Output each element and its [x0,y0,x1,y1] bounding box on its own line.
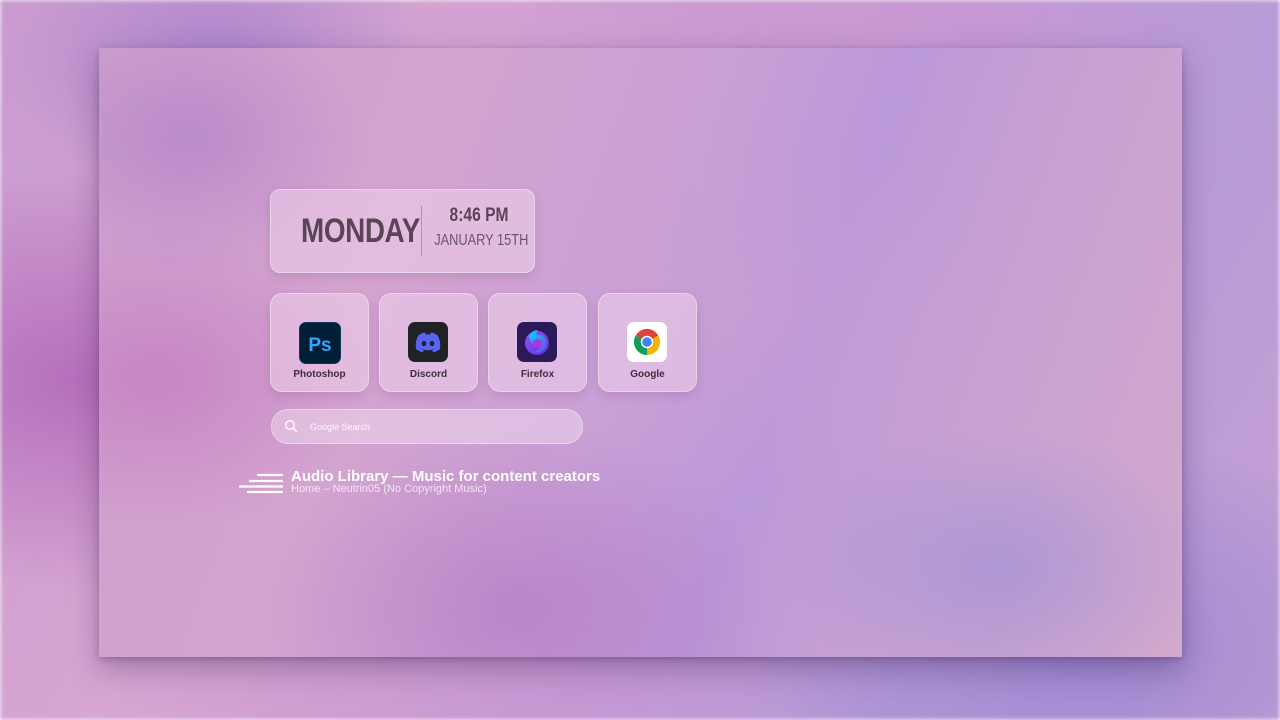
clock-divider [421,206,422,256]
audio-credit: Audio Library — Music for content creato… [238,468,658,498]
new-tab-window: MONDAY 8:46 PM JANUARY 15TH Ps Photoshop… [99,48,1182,657]
photoshop-icon: Ps [299,322,341,364]
shortcut-label: Photoshop [293,369,346,380]
shortcut-discord[interactable]: Discord [379,293,478,392]
clock-date: JANUARY 15TH [434,232,529,249]
speed-lines-icon [238,473,284,494]
chrome-icon [627,322,667,362]
discord-icon [408,322,448,362]
shortcut-label: Firefox [520,369,555,380]
credit-subtitle: Home – Neutrin05 (No Copyright Music) [291,483,487,495]
firefox-icon [517,322,557,362]
clock-time: 8:46 PM [449,205,509,226]
shortcut-firefox[interactable]: Firefox [488,293,587,392]
search-icon [285,420,298,433]
clock-widget: MONDAY 8:46 PM JANUARY 15TH [270,189,535,273]
search-bar[interactable] [271,409,583,444]
shortcut-google[interactable]: Google [598,293,697,392]
svg-text:Ps: Ps [308,335,331,356]
clock-day: MONDAY [301,212,420,250]
shortcut-photoshop[interactable]: Ps Photoshop [270,293,369,392]
search-input[interactable] [308,418,562,436]
shortcut-label: Discord [409,369,448,380]
shortcut-label: Google [630,369,665,380]
